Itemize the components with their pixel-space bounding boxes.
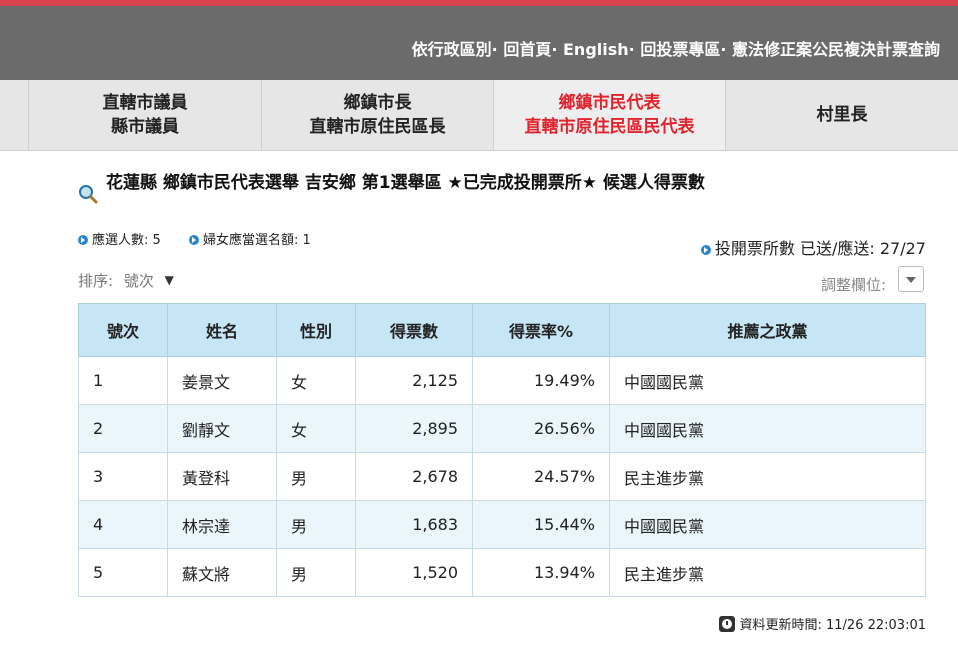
tab-label-line1: 鄉鎮市民代表 [558, 93, 661, 113]
cell-number: 5 [78, 548, 168, 597]
update-time-text: 資料更新時間: 11/26 22:03:01 [739, 618, 927, 633]
header-name[interactable]: 姓名 [167, 303, 277, 357]
cell-party: 民主進步黨 [609, 548, 926, 597]
cell-number: 4 [78, 500, 168, 549]
cell-party: 中國國民黨 [609, 404, 926, 453]
cell-vote-rate: 26.56% [472, 404, 610, 453]
cell-votes: 2,895 [355, 404, 473, 453]
clock-icon [718, 616, 735, 632]
cell-name: 劉靜文 [167, 404, 277, 453]
cell-gender: 男 [276, 548, 356, 597]
table-row: 5 蘇文將 男 1,520 13.94% 民主進步黨 [78, 548, 926, 597]
cell-party: 民主進步黨 [609, 452, 926, 501]
cell-vote-rate: 15.44% [472, 500, 610, 549]
sort-value: 號次 [123, 272, 154, 290]
cell-party: 中國國民黨 [609, 500, 926, 549]
search-icon [79, 185, 98, 204]
tab-label-line2: 縣市議員 [111, 117, 179, 137]
update-time: 資料更新時間: 11/26 22:03:01 [718, 614, 927, 633]
nav-home[interactable]: 回首頁· [503, 40, 557, 59]
sort-label: 排序: [78, 272, 114, 290]
tab-township-mayor[interactable]: 鄉鎮市長 直轄市原住民區長 [261, 80, 493, 150]
nav-by-district[interactable]: 依行政區別· [412, 40, 498, 59]
elected-count: 應選人數: 5 [78, 229, 161, 248]
stations-status-text: 投開票所數 已送/應送: 27/27 [714, 239, 926, 258]
cell-votes: 2,678 [355, 452, 473, 501]
nav-referendum-query[interactable]: 憲法修正案公民複決計票查詢 [732, 40, 940, 59]
tab-label-line1: 村里長 [816, 105, 868, 125]
bullet-arrow-icon [189, 235, 199, 245]
cell-votes: 1,520 [355, 548, 473, 597]
dropdown-caret-icon[interactable] [898, 266, 924, 292]
header-party[interactable]: 推薦之政黨 [609, 303, 926, 357]
tab-label-line2: 直轄市原住民區民代表 [524, 117, 695, 137]
cell-party: 中國國民黨 [609, 356, 926, 405]
tab-label-line1: 鄉鎮市長 [343, 93, 412, 113]
top-nav: 依行政區別· 回首頁· English· 回投票專區· 憲法修正案公民複決計票查… [412, 36, 940, 60]
header-bar: 依行政區別· 回首頁· English· 回投票專區· 憲法修正案公民複決計票查… [0, 0, 958, 80]
cell-gender: 男 [276, 452, 356, 501]
header-votes[interactable]: 得票數 [355, 303, 473, 357]
elected-count-text: 應選人數: 5 [92, 233, 161, 248]
sort-control[interactable]: 排序: 號次 ▼ [78, 270, 174, 291]
table-row: 1 姜景文 女 2,125 19.49% 中國國民黨 [78, 356, 926, 405]
results-table: 號次 姓名 性別 得票數 得票率% 推薦之政黨 1 姜景文 女 2,125 19… [78, 303, 926, 597]
cell-name: 黃登科 [167, 452, 277, 501]
cell-name: 姜景文 [167, 356, 277, 405]
tab-councilors[interactable]: 直轄市議員 縣市議員 [28, 80, 261, 150]
stations-status: 投開票所數 已送/應送: 27/27 [700, 235, 926, 259]
cell-gender: 男 [276, 500, 356, 549]
cell-name: 蘇文將 [167, 548, 277, 597]
tab-township-representatives[interactable]: 鄉鎮市民代表 直轄市原住民區民代表 [493, 80, 725, 150]
women-quota-text: 婦女應當選名額: 1 [203, 233, 311, 248]
cell-name: 林宗達 [167, 500, 277, 549]
cell-number: 3 [78, 452, 168, 501]
tab-label-line1: 直轄市議員 [102, 93, 188, 113]
nav-english[interactable]: English· [563, 40, 635, 59]
table-row: 3 黃登科 男 2,678 24.57% 民主進步黨 [78, 452, 926, 501]
tab-label-line2: 直轄市原住民區長 [309, 117, 446, 137]
bullet-arrow-icon [700, 245, 711, 255]
cell-vote-rate: 19.49% [472, 356, 610, 405]
tab-village-chief[interactable]: 村里長 [725, 80, 958, 150]
header-gender[interactable]: 性別 [276, 303, 356, 357]
bullet-arrow-icon [78, 235, 88, 245]
cell-vote-rate: 24.57% [472, 452, 610, 501]
header-vote-rate[interactable]: 得票率% [472, 303, 610, 357]
table-row: 2 劉靜文 女 2,895 26.56% 中國國民黨 [78, 404, 926, 453]
cell-votes: 1,683 [355, 500, 473, 549]
sort-caret-icon: ▼ [164, 273, 174, 287]
women-quota: 婦女應當選名額: 1 [189, 229, 311, 248]
cell-gender: 女 [276, 404, 356, 453]
page-title: 花蓮縣 鄉鎮市民代表選舉 吉安鄉 第1選舉區 ★已完成投開票所★ 候選人得票數 [106, 173, 705, 193]
cell-number: 2 [78, 404, 168, 453]
cell-votes: 2,125 [355, 356, 473, 405]
nav-voting-area[interactable]: 回投票專區· [640, 40, 726, 59]
cell-gender: 女 [276, 356, 356, 405]
table-row: 4 林宗達 男 1,683 15.44% 中國國民黨 [78, 500, 926, 549]
table-header-row: 號次 姓名 性別 得票數 得票率% 推薦之政黨 [78, 303, 926, 357]
header-number[interactable]: 號次 [78, 303, 168, 357]
adjust-columns-label: 調整欄位: [820, 276, 886, 294]
election-type-tabs: 直轄市議員 縣市議員 鄉鎮市長 直轄市原住民區長 鄉鎮市民代表 直轄市原住民區民… [0, 80, 958, 151]
cell-vote-rate: 13.94% [472, 548, 610, 597]
cell-number: 1 [78, 356, 168, 405]
